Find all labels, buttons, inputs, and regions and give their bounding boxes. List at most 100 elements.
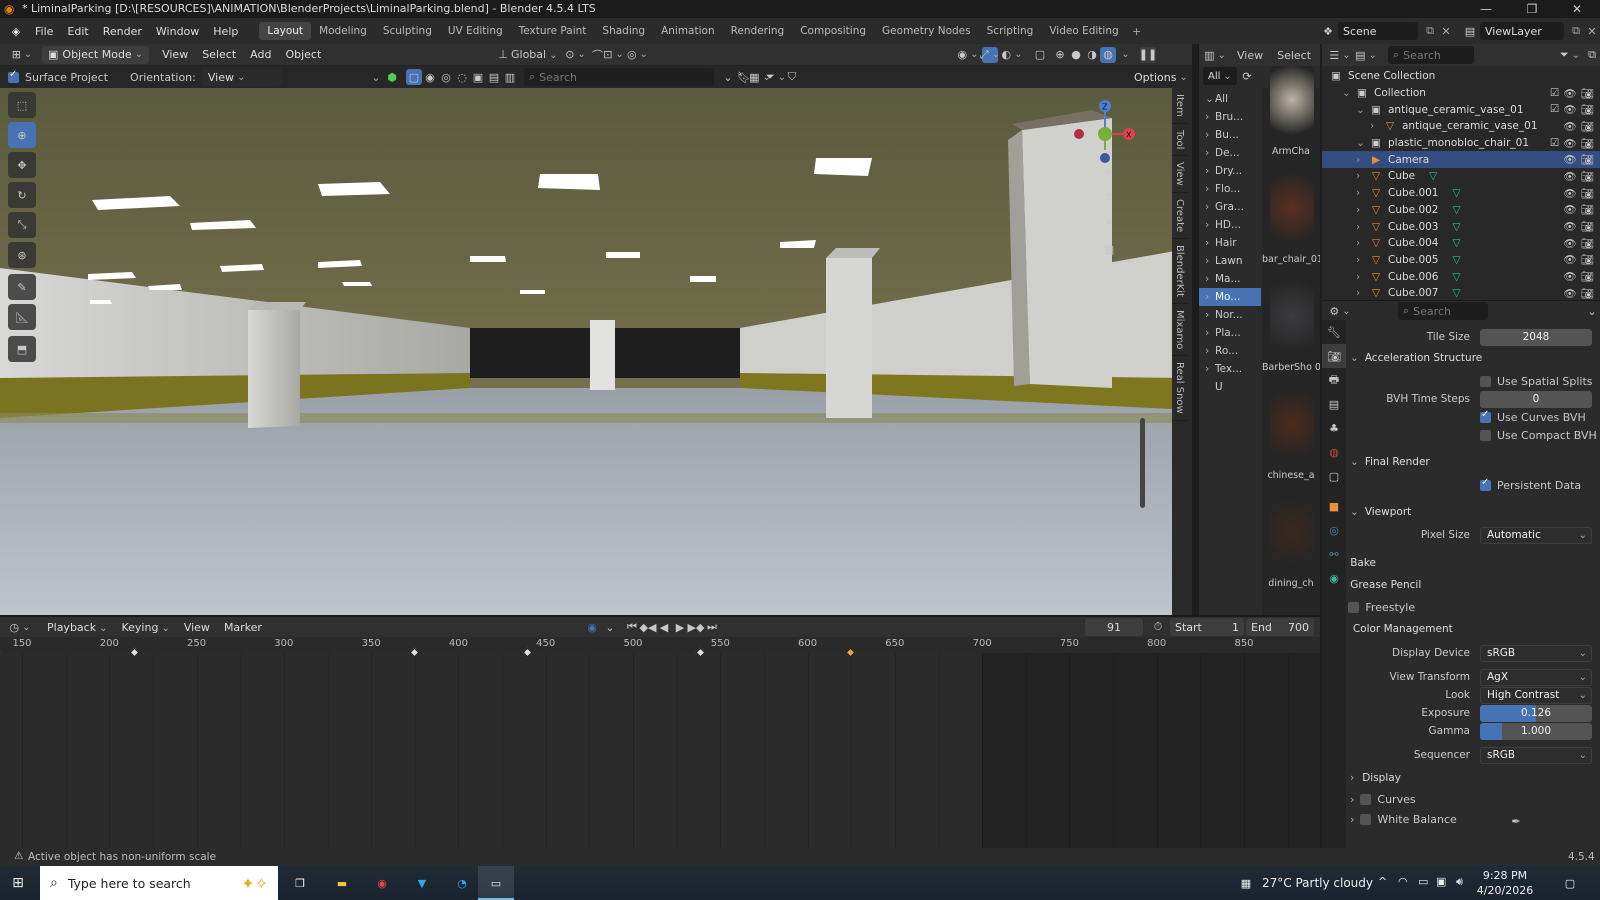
chevron-down-icon[interactable]: ⌄ (720, 69, 736, 85)
stopwatch-icon[interactable]: ⏱ (1150, 619, 1166, 635)
3d-viewport[interactable] (0, 88, 1192, 615)
viewport-menu-select[interactable]: Select (195, 48, 243, 61)
vpn-icon[interactable]: ▼ (414, 875, 430, 891)
physics-tab-icon[interactable]: ◎ (1322, 518, 1346, 542)
render-camera-icon[interactable]: 📷︎ (1581, 153, 1594, 166)
menu-render[interactable]: Render (96, 25, 149, 38)
menu-help[interactable]: Help (206, 25, 245, 38)
select-mode-4-icon[interactable]: ▣ (470, 69, 486, 85)
expand-chevron-icon[interactable]: › (1356, 170, 1368, 182)
new-collection-icon[interactable]: ⧉ (1584, 47, 1600, 63)
asset-item[interactable]: chinese_a (1262, 390, 1320, 498)
expand-chevron-icon[interactable]: ⌄ (1356, 137, 1368, 149)
view-layer-tab-icon[interactable]: ▤ (1322, 392, 1346, 416)
gamma-slider[interactable]: 1.000 (1480, 722, 1592, 740)
timeline-keyframes-area[interactable] (0, 647, 1320, 848)
scene-name-field[interactable]: Scene (1338, 22, 1418, 40)
sidebar-tab-blenderkit[interactable]: BlenderKit (1172, 239, 1187, 305)
render-camera-icon[interactable]: 📷︎ (1581, 120, 1594, 133)
overlay-toggle-icon[interactable]: ◐ (1002, 47, 1020, 63)
menu-file[interactable]: File (28, 25, 60, 38)
minimize-button[interactable]: — (1463, 0, 1509, 18)
asset-item[interactable]: ArmCha (1262, 66, 1320, 174)
delete-view-layer-icon[interactable]: ✕ (1584, 23, 1600, 39)
taskbar-search-input[interactable]: ⌕ Type here to search ✦✧ (40, 866, 278, 900)
eye-icon[interactable]: 👁︎ (1563, 287, 1576, 300)
expand-chevron-icon[interactable]: › (1356, 187, 1368, 199)
exclude-checkbox[interactable]: ☑ (1550, 87, 1559, 100)
render-tab-icon[interactable]: 📷︎ (1322, 344, 1346, 368)
play-icon[interactable]: ▶ (672, 619, 688, 635)
sidebar-tab-real-snow[interactable]: Real Snow (1172, 356, 1187, 422)
select-mode-5-icon[interactable]: ▤ (486, 69, 502, 85)
render-camera-icon[interactable]: 📷︎ (1581, 137, 1594, 150)
sidebar-tab-mixamo[interactable]: Mixamo (1172, 304, 1187, 357)
freestyle-panel[interactable]: Freestyle (1365, 601, 1415, 614)
select-mode-3-icon[interactable]: ◌ (454, 69, 470, 85)
filter-icon[interactable]: ⏷ (766, 69, 784, 85)
asset-category[interactable]: › Gra... (1199, 198, 1261, 216)
clock-time[interactable]: 9:28 PM (1480, 869, 1530, 882)
asset-library-dropdown[interactable]: All (1203, 67, 1237, 85)
jump-end-icon[interactable]: ⏭ (704, 619, 720, 635)
asset-item[interactable]: dining_ch (1262, 498, 1320, 606)
chevron-down-icon[interactable]: ⌄ (602, 619, 618, 635)
tab-geometry-nodes[interactable]: Geometry Nodes (874, 22, 979, 40)
eye-icon[interactable]: 👁︎ (1563, 270, 1576, 283)
asset-category[interactable]: ⌄ All (1199, 90, 1261, 108)
sidebar-tab-create[interactable]: Create (1172, 193, 1187, 240)
eyedropper-icon[interactable]: ✒ (1508, 813, 1524, 829)
outliner-row[interactable]: ⌄ ▣ Collection ☑ 👁︎ 📷︎ (1322, 85, 1600, 102)
expand-chevron-icon[interactable]: › (1356, 204, 1368, 216)
shading-options-icon[interactable] (1116, 47, 1132, 63)
select-mode-2-icon[interactable]: ◎ (438, 69, 454, 85)
outliner-row[interactable]: ⌄ ▣ plastic_monobloc_chair_01 ☑ 👁︎ 📷︎ (1322, 135, 1600, 152)
render-camera-icon[interactable]: 📷︎ (1581, 270, 1594, 283)
rotate-tool[interactable]: ↻ (8, 182, 36, 208)
render-camera-icon[interactable]: 📷︎ (1581, 87, 1594, 100)
transform-orientation-dropdown[interactable]: Global (511, 48, 557, 61)
outliner-row[interactable]: › ▽ Cube.004 ▽ 👁︎ 📷︎ (1322, 235, 1600, 252)
tool-tab-icon[interactable]: 🔧︎ (1322, 320, 1346, 344)
outliner-row[interactable]: › ▽ Cube ▽ 👁︎ 📷︎ (1322, 168, 1600, 185)
scale-tool[interactable]: ⤡ (8, 212, 36, 238)
timeline-menu-keying[interactable]: Keying (114, 621, 176, 634)
delete-scene-icon[interactable]: ✕ (1438, 23, 1454, 39)
mode-selector[interactable]: ▣ Object Mode (42, 45, 150, 64)
asset-category[interactable]: › Hair (1199, 234, 1261, 252)
surface-project-checkbox[interactable] (8, 69, 19, 83)
tile-size-field[interactable]: 2048 (1480, 328, 1592, 346)
world-tab-icon[interactable]: ◍ (1322, 440, 1346, 464)
edge-icon[interactable]: ◔ (454, 875, 470, 891)
power-icon[interactable]: ▭ (1418, 875, 1428, 888)
view-layer-field[interactable]: ViewLayer (1480, 22, 1564, 40)
asset-category[interactable]: › Dry... (1199, 162, 1261, 180)
curves-checkbox[interactable] (1360, 794, 1372, 805)
render-camera-icon[interactable]: 📷︎ (1581, 220, 1594, 233)
asset-category[interactable]: › Flo... (1199, 180, 1261, 198)
look-dropdown[interactable]: High Contrast (1480, 686, 1592, 704)
editor-type-icon[interactable]: ⚙ (1328, 303, 1352, 319)
tab-rendering[interactable]: Rendering (723, 22, 793, 40)
record-icon[interactable]: ◉ (584, 619, 600, 635)
asset-menu-view[interactable]: View (1237, 49, 1263, 62)
filter-icon[interactable]: ⏷ (1560, 47, 1578, 63)
blender-taskbar-button[interactable]: ▭ (478, 866, 514, 900)
acceleration-structure-panel[interactable]: Acceleration Structure (1350, 352, 1482, 364)
collection-tab-icon[interactable]: ▢ (1322, 464, 1346, 488)
asset-category[interactable]: › Nor... (1199, 306, 1261, 324)
output-tab-icon[interactable]: 🖶︎ (1322, 368, 1346, 392)
render-camera-icon[interactable]: 📷︎ (1581, 170, 1594, 183)
pan-hand-icon[interactable]: ✋︎ (1098, 186, 1120, 208)
outliner-row[interactable]: › ▽ Cube.006 ▽ 👁︎ 📷︎ (1322, 268, 1600, 285)
final-render-panel[interactable]: Final Render (1350, 456, 1430, 468)
asset-category[interactable]: › Bru... (1199, 108, 1261, 126)
pivot-point-icon[interactable]: ⊙ (565, 47, 583, 63)
weather-text[interactable]: 27°C Partly cloudy (1262, 876, 1373, 890)
tab-sculpting[interactable]: Sculpting (375, 22, 440, 40)
sidebar-tab-view[interactable]: View (1172, 156, 1187, 193)
display-mode-icon[interactable]: ▤ (1355, 47, 1374, 63)
close-button[interactable]: ✕ (1554, 0, 1600, 18)
color-management-panel[interactable]: Color Management (1338, 623, 1453, 635)
snap-element-icon[interactable]: ⬢ (384, 69, 400, 85)
